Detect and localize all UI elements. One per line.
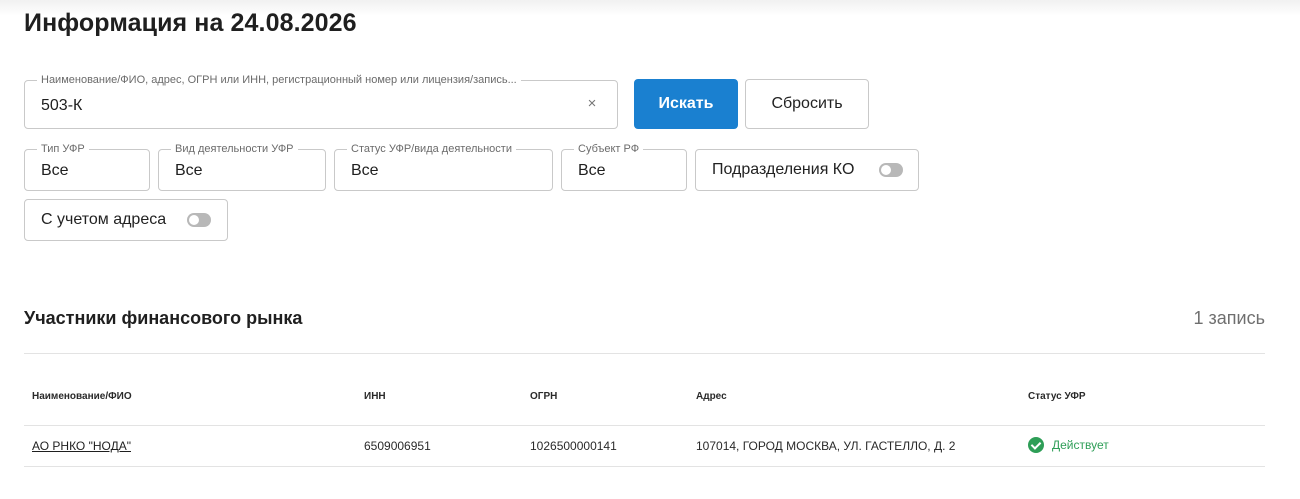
column-header-ogrn: ОГРН bbox=[530, 391, 558, 402]
filter-status-value: Все bbox=[351, 162, 379, 179]
address-toggle[interactable] bbox=[187, 213, 211, 227]
results-title: Участники финансового рынка bbox=[24, 308, 303, 328]
status-cell: Действует bbox=[1028, 437, 1109, 453]
address-toggle-box[interactable]: С учетом адреса bbox=[24, 199, 228, 241]
ogrn-cell: 1026500000141 bbox=[530, 439, 617, 453]
search-input[interactable]: 503-К bbox=[41, 97, 82, 115]
filter-status-select[interactable]: Статус УФР/вида деятельности Все bbox=[334, 143, 553, 191]
divisions-toggle-box[interactable]: Подразделения КО bbox=[695, 149, 919, 191]
filter-status-legend: Статус УФР/вида деятельности bbox=[347, 143, 516, 156]
search-field[interactable]: Наименование/ФИО, адрес, ОГРН или ИНН, р… bbox=[24, 74, 618, 129]
filter-activity-value: Все bbox=[175, 162, 203, 179]
reset-button[interactable]: Сбросить bbox=[745, 79, 869, 129]
org-name-link[interactable]: АО РНКО "НОДА" bbox=[32, 439, 131, 453]
inn-cell: 6509006951 bbox=[364, 439, 431, 453]
status-text: Действует bbox=[1052, 438, 1109, 452]
divider bbox=[24, 353, 1265, 354]
divisions-toggle[interactable] bbox=[879, 163, 903, 177]
filter-type-legend: Тип УФР bbox=[37, 143, 89, 156]
check-circle-icon bbox=[1028, 437, 1044, 453]
search-button[interactable]: Искать bbox=[634, 79, 738, 129]
filter-subject-value: Все bbox=[578, 162, 606, 179]
divider bbox=[24, 425, 1265, 426]
filter-subject-select[interactable]: Субъект РФ Все bbox=[561, 143, 687, 191]
page-title: Информация на 24.08.2026 bbox=[24, 9, 357, 37]
clear-icon[interactable]: × bbox=[585, 96, 599, 112]
filter-subject-legend: Субъект РФ bbox=[574, 143, 644, 156]
filter-type-select[interactable]: Тип УФР Все bbox=[24, 143, 150, 191]
search-field-legend: Наименование/ФИО, адрес, ОГРН или ИНН, р… bbox=[37, 74, 521, 87]
column-header-address: Адрес bbox=[696, 391, 727, 402]
filter-type-value: Все bbox=[41, 162, 69, 179]
divisions-toggle-label: Подразделения КО bbox=[712, 161, 855, 178]
divider bbox=[24, 466, 1265, 467]
filter-activity-select[interactable]: Вид деятельности УФР Все bbox=[158, 143, 326, 191]
column-header-status: Статус УФР bbox=[1028, 391, 1086, 402]
address-cell: 107014, ГОРОД МОСКВА, УЛ. ГАСТЕЛЛО, Д. 2 bbox=[696, 439, 956, 453]
column-header-name: Наименование/ФИО bbox=[32, 391, 132, 402]
address-toggle-label: С учетом адреса bbox=[41, 211, 167, 228]
column-header-inn: ИНН bbox=[364, 391, 386, 402]
record-count: 1 запись bbox=[1193, 308, 1265, 328]
filter-activity-legend: Вид деятельности УФР bbox=[171, 143, 298, 156]
